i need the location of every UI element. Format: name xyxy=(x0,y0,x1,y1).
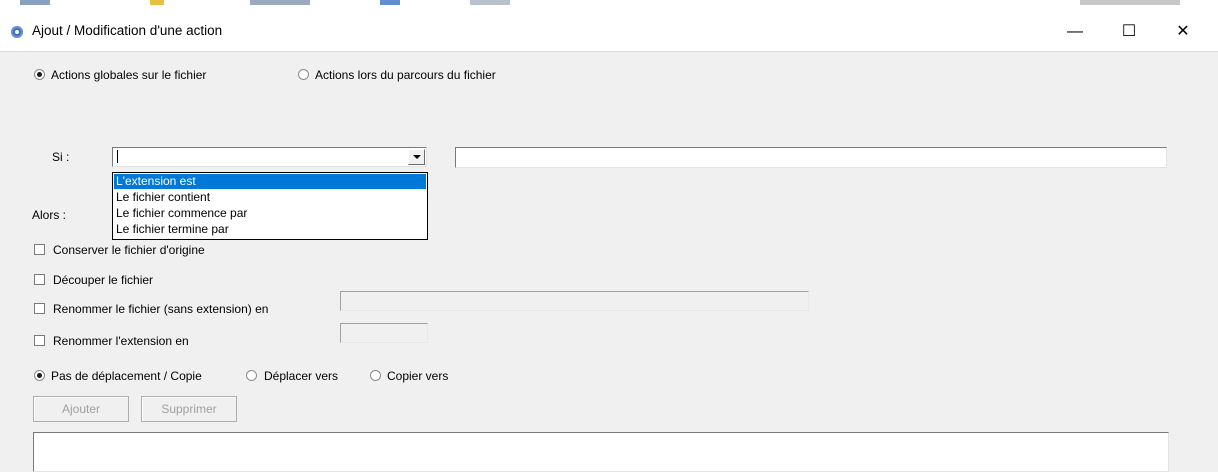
dropdown-option-contains[interactable]: Le fichier contient xyxy=(114,190,426,205)
rename-file-label[interactable]: Renommer le fichier (sans extension) en xyxy=(53,302,268,316)
condition-value-input[interactable] xyxy=(455,147,1167,168)
rename-extension-input[interactable] xyxy=(340,323,428,343)
actions-label: Alors : xyxy=(32,208,67,222)
condition-combobox[interactable] xyxy=(112,147,427,167)
add-button[interactable]: Ajouter xyxy=(33,396,129,422)
actions-list[interactable] xyxy=(33,432,1169,472)
radio-traversal-actions-label[interactable]: Actions lors du parcours du fichier xyxy=(315,68,496,82)
close-button[interactable]: ✕ xyxy=(1160,12,1206,51)
condition-dropdown-list: L'extension est Le fichier contient Le f… xyxy=(112,172,428,240)
window-title: Ajout / Modification d'une action xyxy=(32,23,223,38)
rename-extension-label[interactable]: Renommer l'extension en xyxy=(53,334,189,348)
radio-move-to-label[interactable]: Déplacer vers xyxy=(264,369,338,383)
radio-move-to[interactable] xyxy=(246,370,257,381)
split-file-label[interactable]: Découper le fichier xyxy=(53,273,153,287)
title-bar: Ajout / Modification d'une action — ☐ ✕ xyxy=(0,12,1218,52)
radio-global-actions[interactable] xyxy=(34,69,45,80)
radio-copy-to[interactable] xyxy=(370,370,381,381)
radio-no-move[interactable] xyxy=(34,370,45,381)
split-file-checkbox[interactable] xyxy=(34,274,45,285)
radio-no-move-label[interactable]: Pas de déplacement / Copie xyxy=(51,369,202,383)
text-caret xyxy=(117,150,118,163)
dropdown-arrow-button[interactable] xyxy=(408,149,425,165)
dropdown-option-starts-with[interactable]: Le fichier commence par xyxy=(114,206,426,221)
maximize-button[interactable]: ☐ xyxy=(1106,12,1152,51)
dropdown-option-ends-with[interactable]: Le fichier termine par xyxy=(114,222,426,237)
keep-original-checkbox[interactable] xyxy=(34,244,45,255)
remove-button[interactable]: Supprimer xyxy=(141,396,237,422)
rename-file-checkbox[interactable] xyxy=(34,303,45,314)
rename-extension-checkbox[interactable] xyxy=(34,335,45,346)
rename-file-input[interactable] xyxy=(340,291,809,311)
keep-original-label[interactable]: Conserver le fichier d'origine xyxy=(53,243,205,257)
radio-traversal-actions[interactable] xyxy=(298,69,309,80)
radio-global-actions-label[interactable]: Actions globales sur le fichier xyxy=(51,68,206,82)
condition-label: Si : xyxy=(52,150,70,164)
background-window-strip xyxy=(0,0,1218,12)
app-icon xyxy=(11,26,23,38)
dropdown-option-extension[interactable]: L'extension est xyxy=(114,174,426,189)
radio-copy-to-label[interactable]: Copier vers xyxy=(387,369,448,383)
minimize-button[interactable]: — xyxy=(1052,12,1098,51)
